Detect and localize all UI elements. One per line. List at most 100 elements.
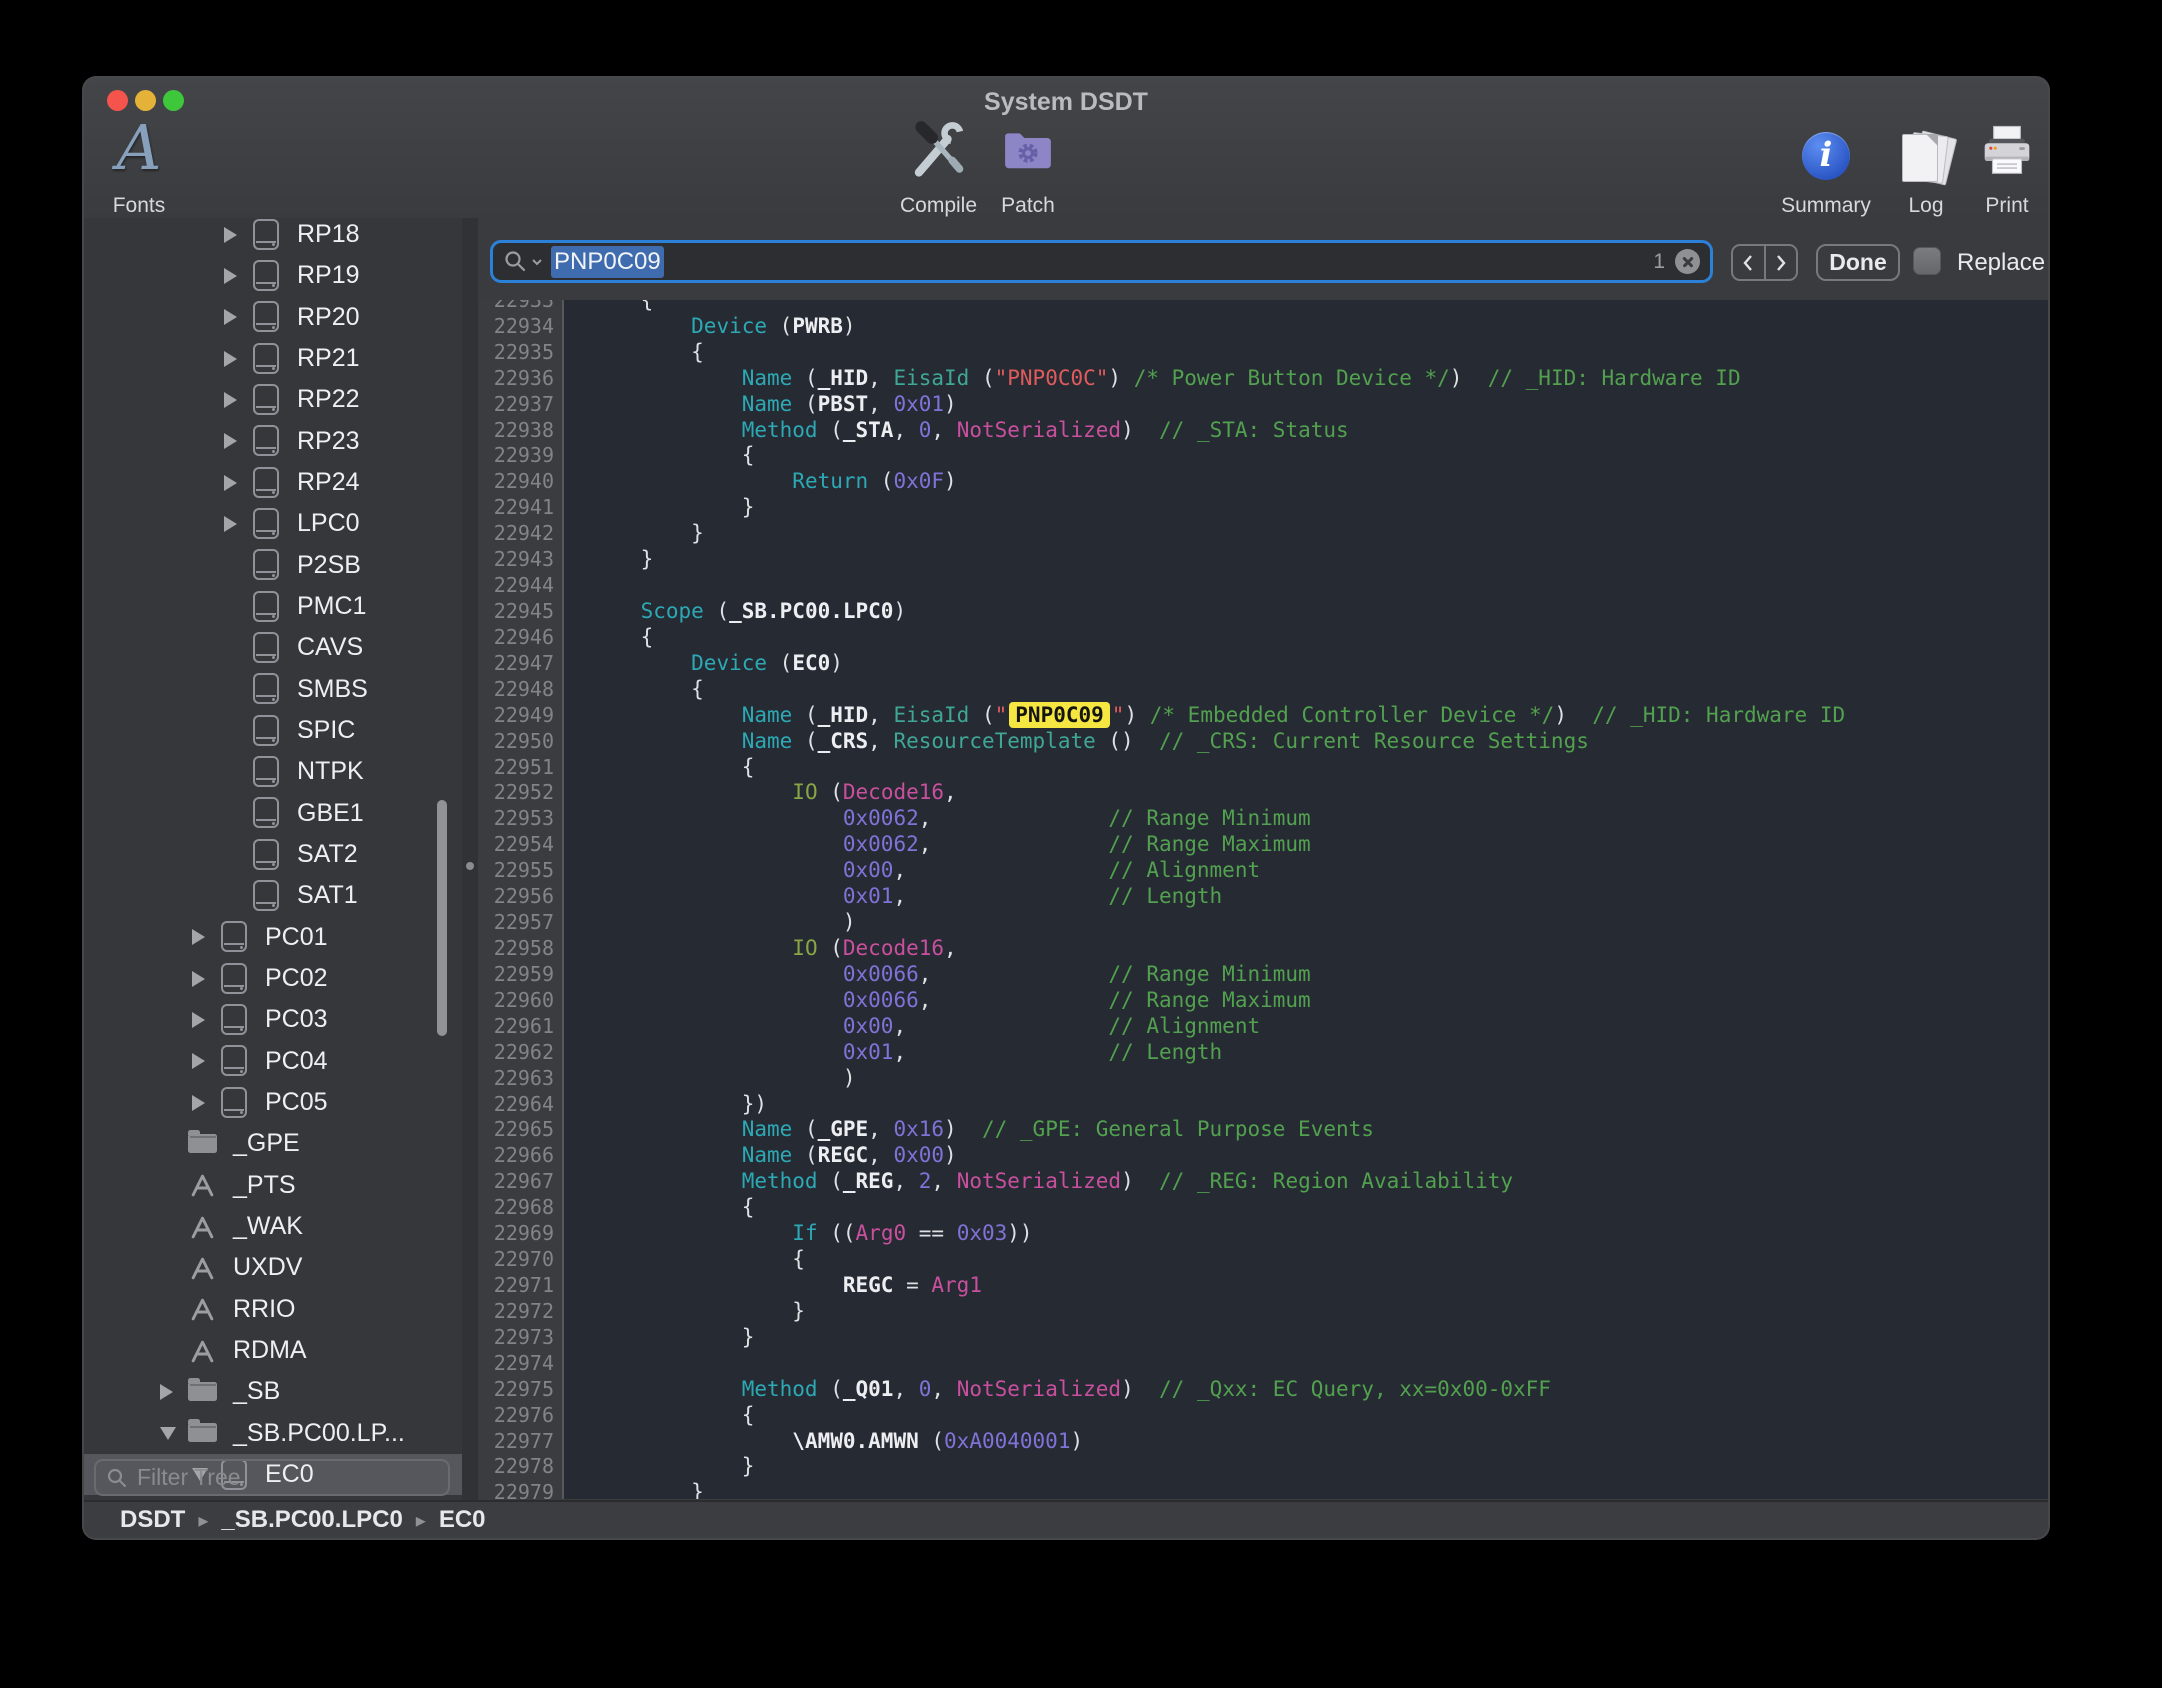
disclosure-triangle-icon[interactable] (192, 1095, 205, 1111)
disclosure-triangle-icon[interactable] (160, 1384, 173, 1400)
tree-item-smbs[interactable]: SMBS (84, 669, 462, 710)
code-editor[interactable]: 22933 {22934 Device (PWRB)22935 {22936 N… (478, 300, 2048, 1499)
tree-item--gpe[interactable]: _GPE (84, 1123, 462, 1164)
disclosure-triangle-icon[interactable] (224, 516, 237, 532)
tree-item-pc04[interactable]: PC04 (84, 1041, 462, 1082)
disclosure-triangle-icon[interactable] (224, 433, 237, 449)
breadcrumb-item[interactable]: EC0 (439, 1506, 486, 1534)
code-text: Name (_CRS, ResourceTemplate () // _CRS:… (564, 729, 1589, 753)
fonts-button[interactable]: A Fonts (94, 118, 184, 218)
line-number: 22963 (478, 1066, 564, 1090)
tree-item-pc03[interactable]: PC03 (84, 999, 462, 1040)
tree-item-sat1[interactable]: SAT1 (84, 875, 462, 916)
code-line: 22939 { (478, 443, 2048, 469)
tree-item-rp19[interactable]: RP19 (84, 255, 462, 296)
disclosure-triangle-icon[interactable] (224, 392, 237, 408)
tree-item-pc02[interactable]: PC02 (84, 958, 462, 999)
disclosure-triangle-icon[interactable] (224, 309, 237, 325)
device-icon (220, 1086, 250, 1120)
code-line: 22937 Name (PBST, 0x01) (478, 391, 2048, 417)
code-line: 22979 } (478, 1479, 2048, 1499)
code-line: 22954 0x0062, // Range Maximum (478, 831, 2048, 857)
disclosure-triangle-icon[interactable] (224, 227, 237, 243)
search-query-text: PNP0C09 (551, 246, 664, 278)
tree-item-label: CAVS (297, 633, 363, 662)
tree-item-rp24[interactable]: RP24 (84, 462, 462, 503)
next-match-button[interactable] (1766, 246, 1797, 279)
tree-item-rp21[interactable]: RP21 (84, 338, 462, 379)
fonts-icon: A (117, 114, 162, 182)
disclosure-triangle-icon[interactable] (192, 1012, 205, 1028)
tree-item-p2sb[interactable]: P2SB (84, 545, 462, 586)
folder-icon (188, 1127, 218, 1161)
compile-button[interactable]: Compile (900, 118, 976, 218)
code-text: { (564, 340, 704, 364)
code-line: 22948 { (478, 676, 2048, 702)
tree-item--sb[interactable]: _SB (84, 1371, 462, 1412)
replace-checkbox[interactable] (1913, 247, 1941, 275)
tree-item-pc05[interactable]: PC05 (84, 1082, 462, 1123)
code-line: 22938 Method (_STA, 0, NotSerialized) //… (478, 417, 2048, 443)
sidebar-scrollbar-thumb[interactable] (437, 800, 447, 1036)
line-number: 22948 (478, 677, 564, 701)
tree-item--pts[interactable]: _PTS (84, 1165, 462, 1206)
log-button[interactable]: Log (1894, 118, 1958, 218)
chevron-down-icon (531, 257, 543, 267)
line-number: 22951 (478, 755, 564, 779)
code-line: 22949 Name (_HID, EisaId ("PNP0C09") /* … (478, 702, 2048, 728)
tree-item-sat2[interactable]: SAT2 (84, 834, 462, 875)
tree-item-label: PC01 (265, 923, 328, 952)
breadcrumb-item[interactable]: _SB.PC00.LPC0 (221, 1506, 402, 1534)
tree-item-ntpk[interactable]: NTPK (84, 751, 462, 792)
tree-item-rp22[interactable]: RP22 (84, 379, 462, 420)
tree-item-rdma[interactable]: RDMA (84, 1330, 462, 1371)
filter-tree-field[interactable]: Filter Tree (94, 1459, 450, 1496)
disclosure-triangle-icon[interactable] (224, 268, 237, 284)
match-count: 1 (1653, 250, 1675, 274)
disclosure-triangle-icon[interactable] (192, 971, 205, 987)
code-line: 22969 If ((Arg0 == 0x03)) (478, 1220, 2048, 1246)
tree-item-spic[interactable]: SPIC (84, 710, 462, 751)
disclosure-triangle-icon[interactable] (192, 929, 205, 945)
patch-button[interactable]: Patch (996, 118, 1060, 218)
tree-item-rp23[interactable]: RP23 (84, 421, 462, 462)
code-text: Method (_STA, 0, NotSerialized) // _STA:… (564, 418, 1349, 442)
line-number: 22937 (478, 392, 564, 416)
tree-item-uxdv[interactable]: UXDV (84, 1247, 462, 1288)
line-number: 22942 (478, 521, 564, 545)
print-button[interactable]: Print (1973, 118, 2041, 218)
disclosure-triangle-icon[interactable] (224, 351, 237, 367)
done-button[interactable]: Done (1816, 244, 1900, 281)
search-input[interactable]: PNP0C09 1 (490, 240, 1713, 283)
breadcrumb-item[interactable]: DSDT (120, 1506, 185, 1534)
disclosure-triangle-icon[interactable] (160, 1427, 176, 1440)
previous-match-button[interactable] (1733, 246, 1766, 279)
line-number: 22940 (478, 469, 564, 493)
clear-search-icon[interactable] (1675, 249, 1700, 274)
pane-splitter[interactable] (462, 218, 478, 1500)
summary-button[interactable]: i Summary (1776, 118, 1876, 218)
print-printer-icon (1978, 124, 2036, 178)
tree-item-pc01[interactable]: PC01 (84, 917, 462, 958)
code-text: { (564, 1195, 754, 1219)
code-line: 22970 { (478, 1246, 2048, 1272)
tree-item-label: SAT2 (297, 840, 358, 869)
code-text: } (564, 1480, 704, 1499)
titlebar[interactable]: System DSDT A Fonts Compile (84, 78, 2048, 219)
code-text: ) (564, 910, 856, 934)
device-icon (220, 920, 250, 954)
tree-item-cavs[interactable]: CAVS (84, 627, 462, 668)
disclosure-triangle-icon[interactable] (192, 1053, 205, 1069)
code-line: 22944 (478, 572, 2048, 598)
tree-item-rrio[interactable]: RRIO (84, 1289, 462, 1330)
tree-item--sb-pc00-lp-[interactable]: _SB.PC00.LP... (84, 1413, 462, 1454)
tree-item-rp18[interactable]: RP18 (84, 218, 462, 255)
tree-item-lpc0[interactable]: LPC0 (84, 503, 462, 544)
tree-item-pmc1[interactable]: PMC1 (84, 586, 462, 627)
device-icon (252, 424, 282, 458)
tree-item-gbe1[interactable]: GBE1 (84, 793, 462, 834)
disclosure-triangle-icon[interactable] (224, 475, 237, 491)
tree-item-rp20[interactable]: RP20 (84, 297, 462, 338)
tree-item--wak[interactable]: _WAK (84, 1206, 462, 1247)
sidebar-tree[interactable]: RP18RP19RP20RP21RP22RP23RP24LPC0P2SBPMC1… (84, 218, 462, 1495)
